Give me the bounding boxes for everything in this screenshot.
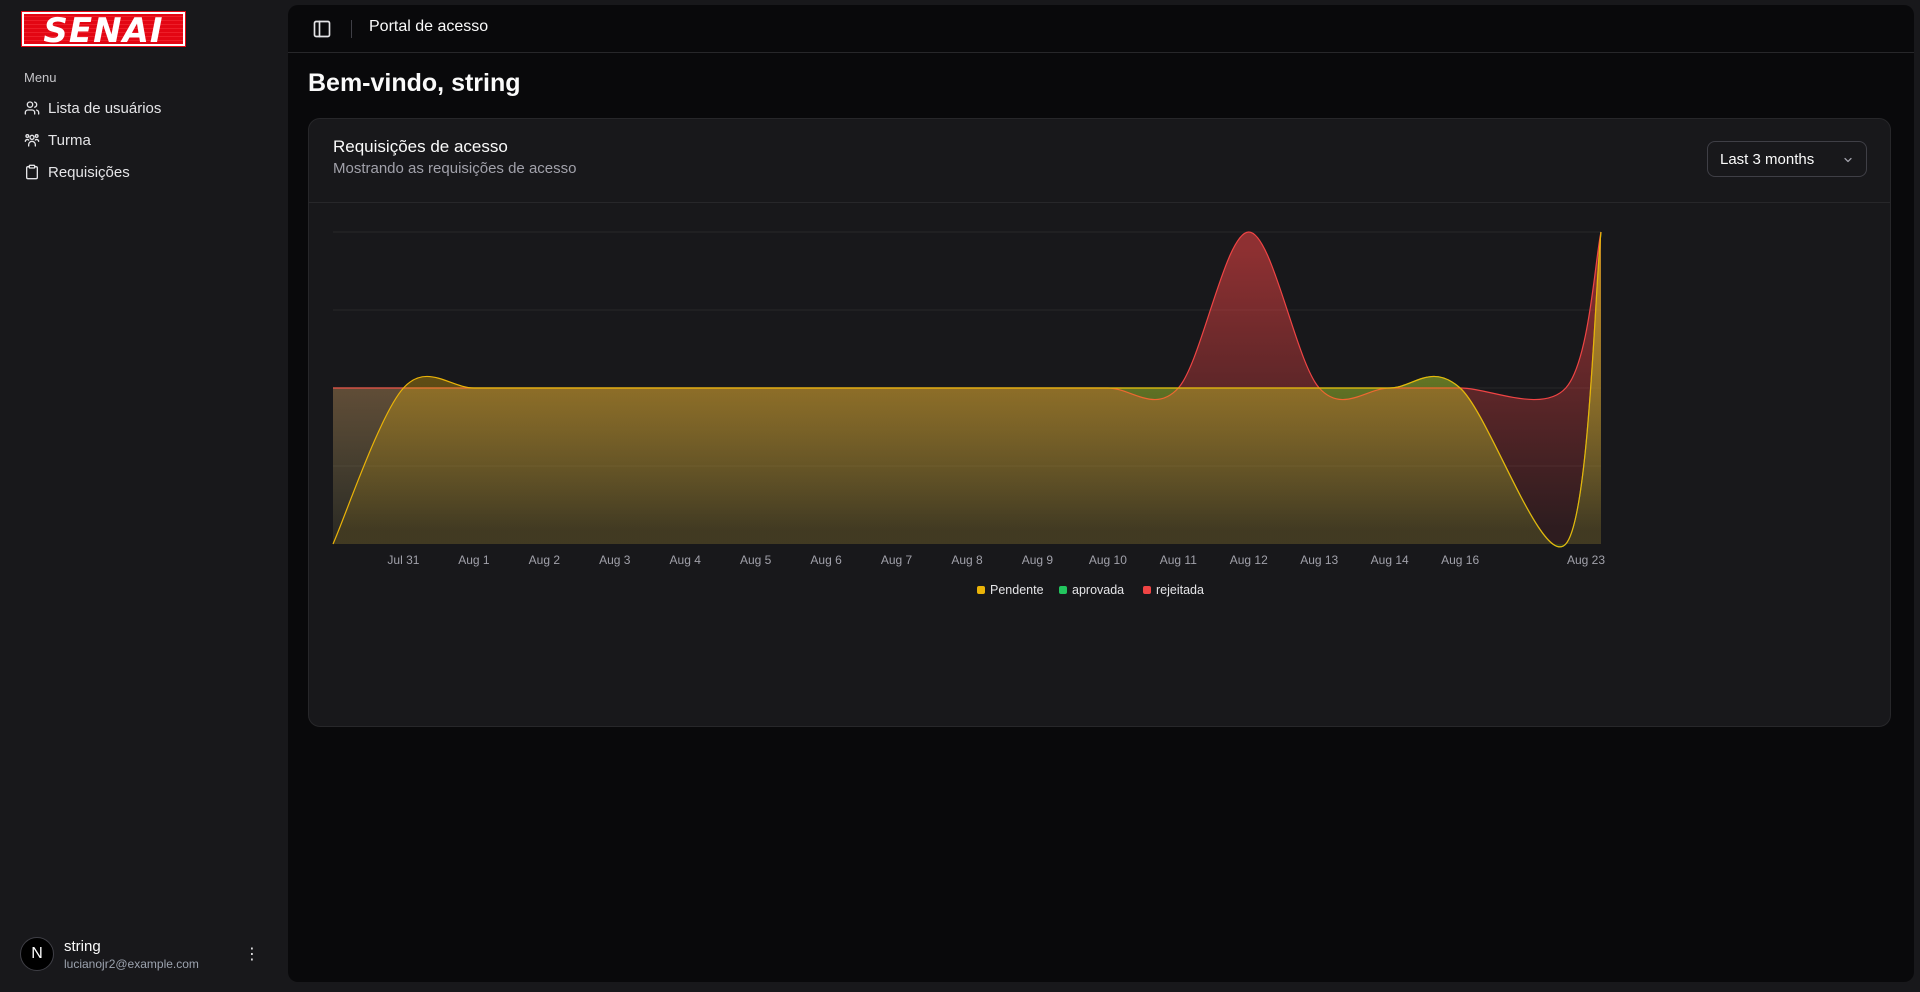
requests-area-chart: Jul 31 Aug 1 Aug 2 Aug 3 Aug 4 Aug 5 Aug 6 Aug … xyxy=(332,231,1605,597)
legend-swatch xyxy=(1143,586,1151,594)
sidebar-item-lista-de-usuarios[interactable]: Lista de usuários xyxy=(16,92,272,124)
senai-logo[interactable]: SENAI xyxy=(21,11,186,47)
clipboard-icon xyxy=(26,164,38,180)
header-divider xyxy=(351,20,352,38)
x-tick-label: Aug 23 xyxy=(1567,553,1605,567)
series-area-pendente xyxy=(333,232,1601,547)
x-tick-label: Aug 12 xyxy=(1230,553,1268,567)
x-tick-label: Jul 31 xyxy=(387,553,419,567)
users-icon xyxy=(24,101,40,115)
x-tick-label: Aug 2 xyxy=(529,553,561,567)
sidebar-toggle-icon[interactable] xyxy=(312,19,332,39)
breadcrumb: Portal de acesso xyxy=(369,18,489,35)
more-vertical-icon[interactable]: ⋮ xyxy=(242,944,262,964)
user-menu[interactable]: N string lucianojr2@example.com ⋮ xyxy=(16,932,272,976)
legend-item-pendente: Pendente xyxy=(977,583,1044,597)
legend-label: Pendente xyxy=(990,583,1044,597)
x-tick-label: Aug 14 xyxy=(1371,553,1409,567)
menu-label: Menu xyxy=(24,70,57,85)
avatar: N xyxy=(20,937,54,971)
sidebar-item-label: Lista de usuários xyxy=(48,99,162,117)
user-email: lucianojr2@example.com xyxy=(64,956,199,971)
sidebar-item-requisicoes[interactable]: Requisições xyxy=(16,156,272,188)
x-tick-label: Aug 8 xyxy=(951,553,983,567)
legend-label: rejeitada xyxy=(1156,583,1204,597)
legend-swatch xyxy=(1059,586,1067,594)
sidebar-item-label: Turma xyxy=(48,131,91,149)
user-name: string xyxy=(64,937,101,955)
series-line-rejeitada xyxy=(333,231,1602,401)
x-tick-label: Aug 11 xyxy=(1160,553,1197,567)
header: Portal de acesso xyxy=(288,5,1914,53)
sidebar-item-label: Requisições xyxy=(48,163,130,181)
legend-swatch xyxy=(977,586,985,594)
x-tick-label: Aug 6 xyxy=(810,553,842,567)
x-tick-label: Aug 5 xyxy=(740,553,772,567)
x-tick-label: Aug 1 xyxy=(458,553,490,567)
group-icon xyxy=(24,134,40,147)
x-tick-label: Aug 9 xyxy=(1022,553,1054,567)
sidebar-item-turma[interactable]: Turma xyxy=(16,124,272,156)
legend-label: aprovada xyxy=(1072,583,1124,597)
x-tick-label: Aug 10 xyxy=(1089,553,1127,567)
legend-item-aprovada: aprovada xyxy=(1059,583,1124,597)
sidebar: SENAI Menu Lista de usuários Turma Requi… xyxy=(0,0,288,992)
page-title: Bem-vindo, string xyxy=(308,69,521,97)
x-tick-label: Aug 3 xyxy=(599,553,631,567)
x-tick-label: Aug 16 xyxy=(1441,553,1479,567)
x-tick-label: Aug 4 xyxy=(670,553,702,567)
access-requests-card: Requisições de acesso Mostrando as requi… xyxy=(308,118,1891,727)
legend-item-rejeitada: rejeitada xyxy=(1143,583,1204,597)
main-panel: Portal de acesso Bem-vindo, string Requi… xyxy=(288,5,1914,982)
x-tick-label: Aug 13 xyxy=(1300,553,1338,567)
x-tick-label: Aug 7 xyxy=(881,553,913,567)
